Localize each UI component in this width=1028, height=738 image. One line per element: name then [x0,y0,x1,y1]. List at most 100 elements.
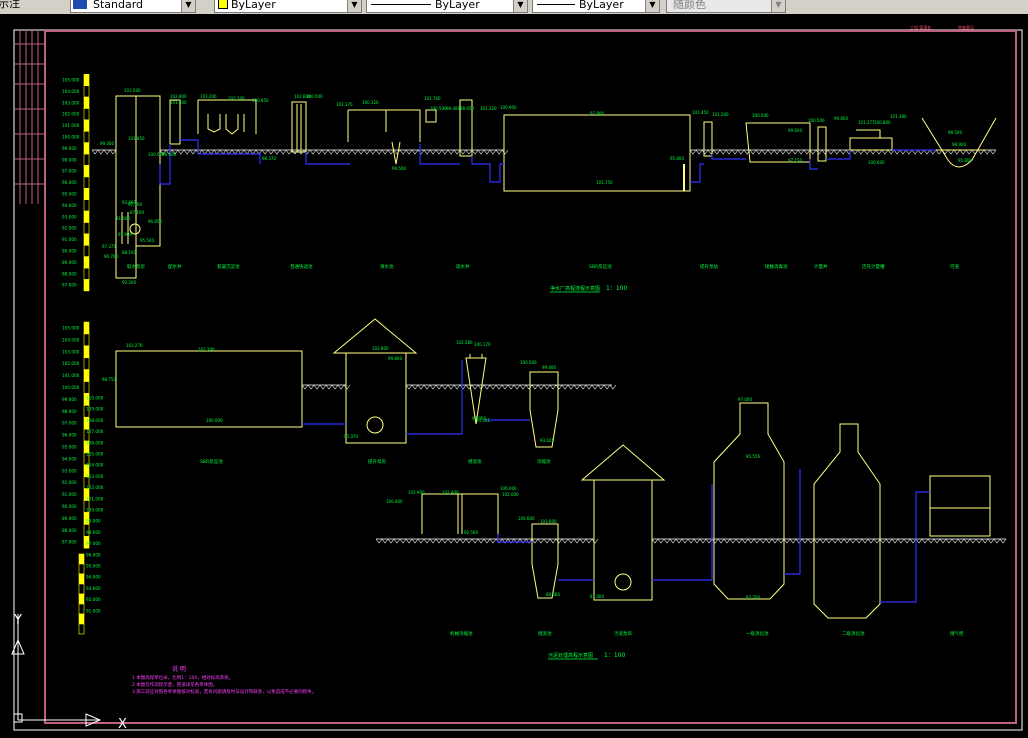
ruler-label: 90.000 [62,504,77,509]
ucs-icon [11,614,102,727]
secondary-digester [813,423,881,619]
lower-unit-label: 污泥泵房 [614,630,632,637]
pump-symbol-3 [614,573,632,591]
ground-hatch [375,538,599,544]
ruler-label: 90.000 [62,249,77,254]
elevation-label: 100.000 [206,418,223,423]
elevation-label: 99.600 [788,128,802,133]
elevation-label: 101.450 [692,110,709,115]
ruler-segment [83,210,90,223]
elevation-label: 99.900 [162,152,176,157]
upper-unit-label: 河道 [950,263,959,270]
ruler-label: 93.000 [62,214,77,219]
upper-unit-label: 絮凝沉淀池 [217,263,240,270]
upper-unit-label: 普通快滤池 [290,263,313,270]
elevation-label: 101.500 [170,100,187,105]
lower-unit-label: 机械浓缩池 [450,630,473,637]
ruler-label: 96.000 [62,433,77,438]
upper-unit-label: 接触消毒池 [765,263,788,270]
ruler-label: 107.000 [86,429,104,434]
elevation-label: 95.800 [670,156,684,161]
lower-unit-label: 二级消化池 [842,630,865,637]
sludge-storage-2 [531,523,559,599]
linetype-dropdown[interactable]: ByLayer ▼ [366,0,528,13]
lineweight-dropdown[interactable]: ByLayer ▼ [532,0,660,13]
elevation-label: 106.600 [518,516,535,521]
ruler-label: 109.000 [86,407,104,412]
ruler-segment [83,357,90,370]
elevation-label: 93.301 [476,418,490,423]
ruler-segment [83,345,90,359]
ruler-label: 99.000 [62,397,77,402]
elevation-label: 99.400 [542,365,556,370]
elevation-rulers: 105.000 104.000 103.000 102.000 101.000 100.0… [62,73,104,635]
elevation-label: 95.556 [746,454,760,459]
upper-unit-label: 巴氏计量槽 [862,263,885,270]
linetype-value: ByLayer [435,0,480,11]
lower-unit-label: 一级消化池 [746,630,769,637]
color-dropdown[interactable]: ByLayer ▼ [214,0,362,13]
text-style-dropdown[interactable]: Standard ▼ [70,0,196,13]
ruler-segment [83,176,90,189]
ruler-segment [83,142,90,155]
lower-structures [115,318,991,619]
elevation-label: 106.000 [500,486,517,491]
elevation-label: 103.600 [540,519,557,524]
chevron-down-icon[interactable]: ▼ [347,0,361,12]
ruler-segment [83,279,90,292]
ruler-label: 91.000 [62,492,77,497]
ruler-segment [78,623,85,635]
chevron-down-icon[interactable]: ▼ [513,0,527,12]
elevation-label: 101.700 [424,96,441,101]
lower-unit-label: 提升泵房 [368,458,386,465]
plotstyle-dropdown[interactable]: 随颜色 ▼ [666,0,786,13]
elevation-label: 100.500 [752,113,769,118]
elevation-label: 100.500 [306,94,323,99]
ruler-label: 94.000 [86,575,101,580]
elevation-label: 99.850 [834,116,848,121]
ruler-segment [83,245,90,258]
note-2: 2 本图仅作高程示意，管道详见各单体图。 [132,681,217,688]
elevation-label: 95.800 [958,158,972,163]
drawing-canvas[interactable]: 工程 管理处 审查意见 105.000 104.000 103.000 102.000… [0,14,1028,734]
elevation-label: 103.270 [126,343,143,348]
chevron-down-icon[interactable]: ▼ [645,0,659,12]
elevation-label: 92.500 [464,530,478,535]
text-style-value: Standard [93,0,144,11]
ruler-label: 101.000 [62,123,80,128]
upper-profile-scale: 1：100 [606,285,627,292]
ruler-label: 105.000 [86,452,104,457]
chevron-down-icon[interactable]: ▼ [771,0,785,12]
ruler-label: 91.000 [86,608,101,613]
elevation-label: 99.400 [446,106,460,111]
ruler-label: 88.000 [62,271,77,276]
elevation-label: 101.380 [890,114,907,119]
elevation-label: 102.400 [442,490,459,495]
ruler-label: 104.000 [62,337,80,342]
ruler-segment [83,165,90,178]
elevation-label: 90.700 [104,254,118,259]
chevron-down-icon[interactable]: ▼ [181,0,195,12]
ruler-segment [78,573,85,585]
elevation-label: 88.100 [122,250,136,255]
drawing-svg[interactable]: 工程 管理处 审查意见 105.000 104.000 103.000 102.000… [0,14,1028,734]
ruler-segment [83,369,90,382]
upper-pipes [159,139,936,185]
upper-unit-label: 清水池 [380,263,394,270]
ruler-label: 105.000 [62,78,80,83]
ground-hatch [301,384,351,390]
ruler-segment [78,593,85,605]
sludge-pump-house [593,479,653,601]
ruler-label: 96.000 [86,552,101,557]
mechanical-thickener [421,493,499,534]
elevation-label: 99.500 [392,166,406,171]
ruler-label: 102.000 [62,112,80,117]
ruler-label: 105.000 [62,326,80,331]
elevation-label: 100.800 [874,120,891,125]
elevation-label: 97.150 [788,158,802,163]
lift-pump-house [345,352,407,444]
ruler-label: 95.000 [86,564,101,569]
sludge-pump-house-roof [580,444,666,481]
ruler-label: 103.000 [62,349,80,354]
ruler-label: 92.000 [62,226,77,231]
